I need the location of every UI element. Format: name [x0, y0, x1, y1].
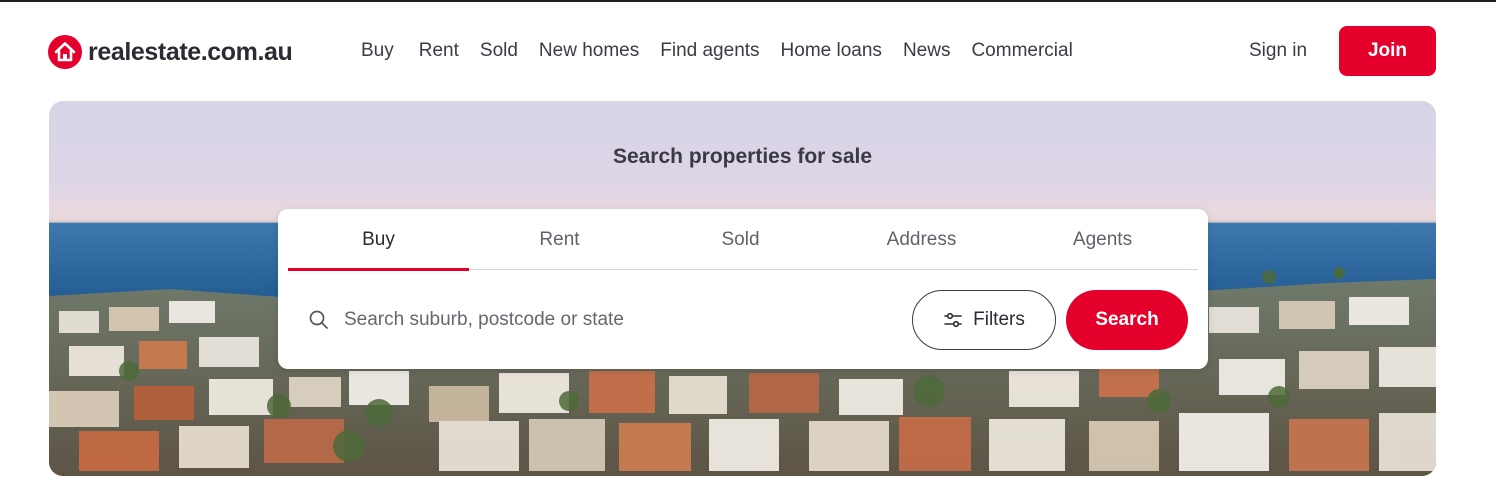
- brand-name: realestate.com.au: [88, 37, 293, 66]
- search-input[interactable]: [344, 300, 904, 340]
- main-nav: Buy Rent Sold New homes Find agents Home…: [361, 40, 1094, 62]
- tab-address[interactable]: Address: [831, 209, 1012, 270]
- house-logo-icon: [48, 35, 82, 69]
- sign-in-link[interactable]: Sign in: [1249, 40, 1307, 62]
- nav-commercial[interactable]: Commercial: [971, 40, 1072, 62]
- tab-agents[interactable]: Agents: [1012, 209, 1193, 270]
- tab-buy[interactable]: Buy: [288, 209, 469, 271]
- nav-sold[interactable]: Sold: [480, 40, 518, 62]
- search-card: Buy Rent Sold Address Agents Filters Sea…: [278, 209, 1208, 369]
- site-header: realestate.com.au Buy Rent Sold New home…: [0, 2, 1496, 100]
- join-button[interactable]: Join: [1339, 26, 1436, 76]
- nav-buy[interactable]: Buy: [361, 40, 394, 62]
- nav-find-agents[interactable]: Find agents: [660, 40, 759, 62]
- tab-rent[interactable]: Rent: [469, 209, 650, 270]
- hero-banner: Search properties for sale Buy Rent Sold…: [49, 101, 1436, 476]
- nav-news[interactable]: News: [903, 40, 951, 62]
- filters-button[interactable]: Filters: [912, 290, 1056, 350]
- search-tabs: Buy Rent Sold Address Agents: [288, 209, 1198, 271]
- search-icon: [309, 310, 328, 329]
- nav-rent[interactable]: Rent: [419, 40, 459, 62]
- tab-sold[interactable]: Sold: [650, 209, 831, 270]
- sliders-icon: [944, 312, 962, 328]
- site-logo[interactable]: realestate.com.au: [48, 34, 293, 70]
- search-button[interactable]: Search: [1066, 290, 1188, 350]
- hero-title: Search properties for sale: [612, 145, 873, 168]
- nav-home-loans[interactable]: Home loans: [781, 40, 882, 62]
- nav-new-homes[interactable]: New homes: [539, 40, 639, 62]
- filters-label: Filters: [973, 309, 1025, 330]
